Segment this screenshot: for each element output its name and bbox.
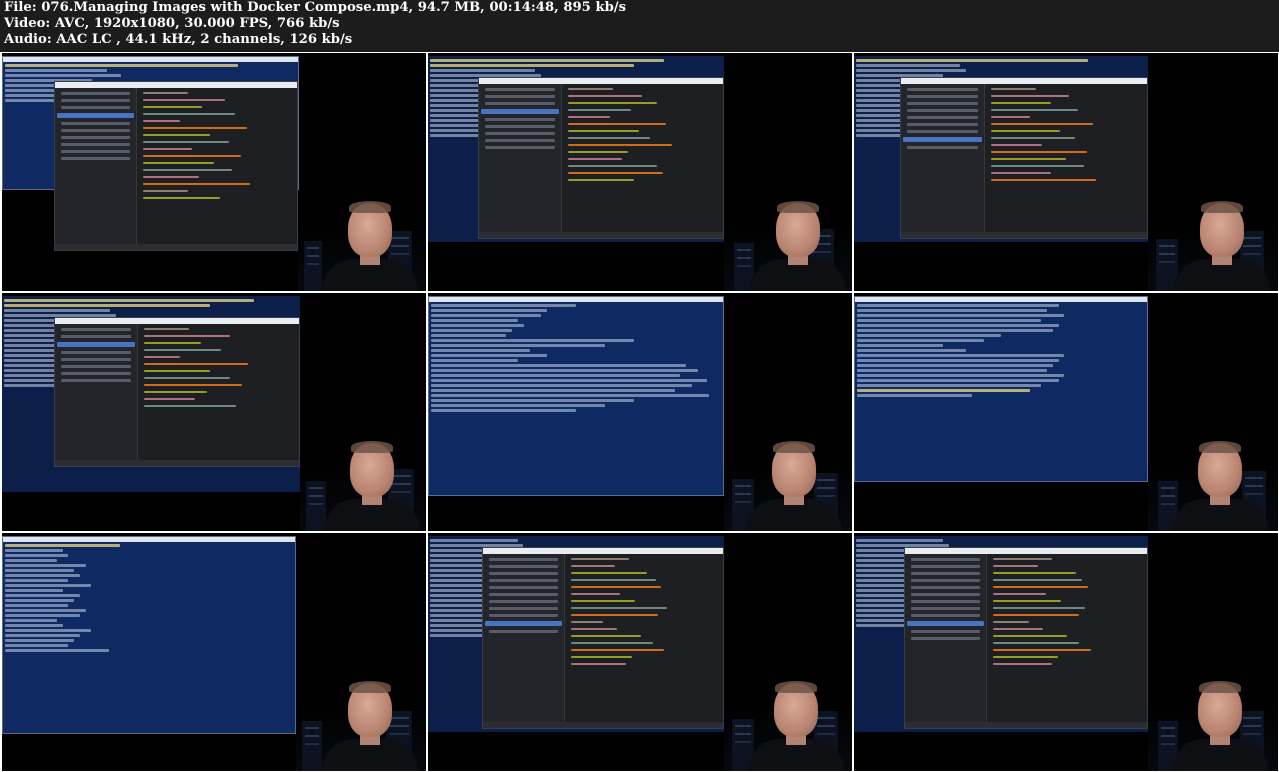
presenter-webcam — [1172, 421, 1268, 531]
presenter-webcam — [322, 661, 418, 771]
thumbnail-7[interactable] — [2, 533, 426, 771]
terminal-window — [854, 296, 1148, 482]
presenter-webcam — [324, 421, 420, 531]
ide-window — [54, 317, 300, 467]
thumbnail-8[interactable] — [428, 533, 852, 771]
presenter-webcam — [746, 421, 842, 531]
ide-window — [478, 77, 724, 239]
presenter-webcam — [748, 661, 844, 771]
thumbnail-4[interactable] — [2, 293, 426, 531]
ide-window — [900, 77, 1148, 239]
media-info-header: File: 076.Managing Images with Docker Co… — [0, 0, 1279, 52]
ide-window — [54, 81, 298, 251]
thumbnail-2[interactable] — [428, 53, 852, 291]
thumbnail-1[interactable] — [2, 53, 426, 291]
thumbnail-3[interactable] — [854, 53, 1278, 291]
audio-info-line: Audio: AAC LC , 44.1 kHz, 2 channels, 12… — [4, 32, 353, 47]
presenter-webcam — [750, 181, 846, 291]
video-info-line: Video: AVC, 1920x1080, 30.000 FPS, 766 k… — [4, 16, 340, 31]
file-info-line: File: 076.Managing Images with Docker Co… — [4, 0, 627, 15]
thumbnail-5[interactable] — [428, 293, 852, 531]
presenter-webcam — [1172, 661, 1268, 771]
ide-window — [904, 547, 1148, 729]
thumbnail-6[interactable] — [854, 293, 1278, 531]
thumbnail-grid — [0, 52, 1279, 772]
ide-window — [482, 547, 724, 729]
presenter-webcam — [1174, 181, 1270, 291]
thumbnail-9[interactable] — [854, 533, 1278, 771]
presenter-webcam — [322, 181, 418, 291]
terminal-window — [428, 296, 724, 496]
terminal-window — [2, 536, 296, 734]
